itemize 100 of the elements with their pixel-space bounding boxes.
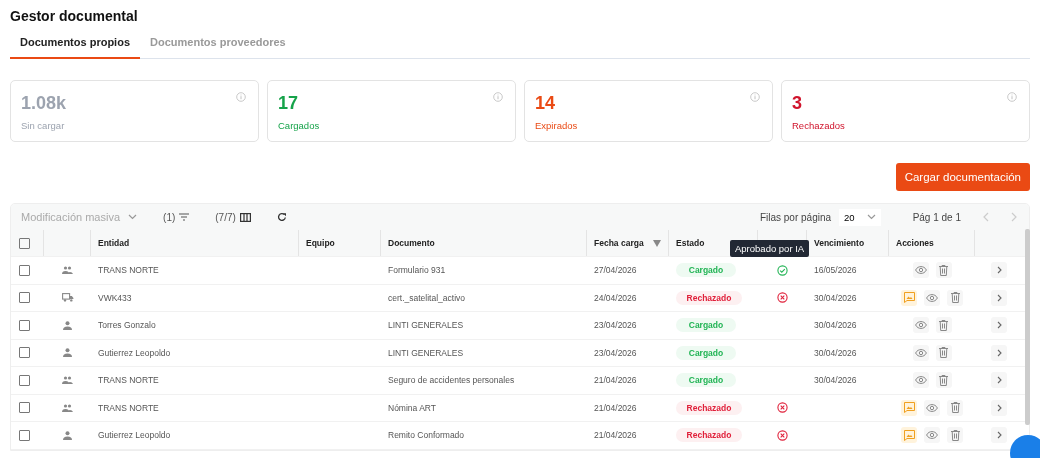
status-badge: Cargado — [676, 373, 736, 388]
row-open-button[interactable] — [991, 427, 1007, 444]
checkbox[interactable] — [19, 264, 30, 276]
image-action-button[interactable] — [901, 427, 917, 444]
trash-icon — [950, 429, 960, 441]
status-badge: Rechazado — [676, 400, 742, 415]
table-cell: Remito Conformado — [388, 430, 465, 441]
delete-button[interactable] — [947, 427, 963, 444]
delete-button[interactable] — [935, 344, 952, 361]
view-button[interactable] — [912, 372, 929, 389]
trash-icon — [950, 292, 960, 304]
view-button[interactable] — [912, 317, 929, 334]
table-cell: 30/04/2026 — [814, 292, 857, 303]
checkbox[interactable] — [19, 319, 30, 331]
eye-icon — [914, 266, 927, 275]
delete-button[interactable] — [935, 317, 952, 334]
view-button[interactable] — [912, 344, 929, 361]
chevron-right-icon — [996, 321, 1002, 330]
table-cell: 21/04/2026 — [594, 402, 637, 413]
select-all-checkbox[interactable] — [19, 237, 30, 249]
image-comment-icon — [903, 292, 915, 304]
checkbox[interactable] — [19, 292, 30, 304]
column-header: Equipo — [306, 238, 335, 248]
filter-button[interactable]: (1) — [163, 211, 190, 223]
image-action-button[interactable] — [901, 399, 917, 416]
view-button[interactable] — [924, 399, 940, 416]
stat-value: 1.08k — [21, 93, 67, 114]
tab[interactable]: Documentos propios — [10, 36, 140, 59]
status-badge: Cargado — [676, 263, 736, 278]
trash-icon — [939, 347, 948, 359]
rows-per-page-label: Filas por página — [759, 211, 832, 223]
eye-icon — [914, 348, 927, 357]
stat-label: Rechazados — [792, 120, 845, 131]
status-badge: Rechazado — [676, 290, 742, 305]
chevron-right-icon — [996, 376, 1002, 385]
eye-icon — [926, 431, 938, 440]
row-open-button[interactable] — [991, 372, 1007, 389]
info-icon — [493, 92, 503, 102]
scrollbar[interactable] — [1025, 229, 1030, 425]
table-cell: Nómina ART — [388, 402, 437, 413]
image-comment-icon — [903, 429, 915, 441]
view-button[interactable] — [912, 262, 929, 279]
chevron-right-icon — [996, 348, 1002, 357]
page-indicator: Pág 1 de 1 — [912, 211, 961, 223]
stat-value: 3 — [792, 93, 802, 114]
refresh-icon[interactable] — [276, 212, 287, 222]
row-open-button[interactable] — [991, 399, 1007, 416]
info-icon — [236, 92, 246, 102]
column-header: Entidad — [98, 238, 130, 248]
stat-label: Cargados — [278, 120, 320, 131]
table-cell: LINTI GENERALES — [388, 347, 464, 358]
table-cell: 16/05/2026 — [814, 265, 857, 276]
trash-icon — [939, 319, 948, 331]
chevron-right-icon — [996, 431, 1002, 440]
chevron-down-icon — [128, 214, 138, 220]
image-action-button[interactable] — [901, 289, 917, 306]
checkbox[interactable] — [19, 402, 30, 414]
columns-icon — [239, 212, 251, 222]
row-open-button[interactable] — [991, 344, 1007, 361]
trash-icon — [939, 264, 948, 276]
eye-icon — [926, 293, 938, 302]
table-cell: Gutierrez Leopoldo — [98, 430, 171, 441]
eye-icon — [926, 403, 938, 412]
sort-icon[interactable] — [653, 239, 661, 247]
delete-button[interactable] — [947, 289, 963, 306]
delete-button[interactable] — [935, 262, 952, 279]
stat-label: Sin cargar — [21, 120, 65, 131]
table-cell: 30/04/2026 — [814, 347, 857, 358]
table-cell: Torres Gonzalo — [98, 320, 156, 331]
row-open-button[interactable] — [991, 317, 1007, 334]
checkbox[interactable] — [19, 374, 30, 386]
stat-label: Expirados — [535, 120, 578, 131]
chevron-right-icon — [996, 293, 1002, 302]
column-header: Estado — [676, 238, 705, 248]
table-cell: LINTI GENERALES — [388, 320, 464, 331]
info-icon — [750, 92, 760, 102]
table-cell: 24/04/2026 — [594, 292, 637, 303]
status-badge: Cargado — [676, 345, 736, 360]
filter-icon — [179, 213, 190, 221]
view-button[interactable] — [924, 289, 940, 306]
column-header: Fecha carga — [594, 238, 644, 248]
row-open-button[interactable] — [991, 289, 1007, 306]
row-open-button[interactable] — [991, 262, 1007, 279]
table-cell: Formulario 931 — [388, 265, 446, 276]
view-button[interactable] — [924, 427, 940, 444]
upload-button[interactable]: Cargar documentación — [895, 163, 1030, 191]
table-cell: TRANS NORTE — [98, 265, 159, 276]
checkbox[interactable] — [19, 347, 30, 359]
table-cell: 23/04/2026 — [594, 320, 637, 331]
stat-value: 14 — [535, 93, 556, 114]
column-header: Vencimiento — [814, 238, 865, 248]
columns-button[interactable]: (7/7) — [215, 211, 251, 223]
delete-button[interactable] — [947, 399, 963, 416]
table-cell: 27/04/2026 — [594, 265, 637, 276]
info-icon — [1007, 92, 1017, 102]
chevron-right-icon — [996, 403, 1002, 412]
delete-button[interactable] — [935, 372, 952, 389]
rows-per-page-select[interactable]: 20 — [839, 208, 881, 226]
checkbox[interactable] — [19, 429, 30, 441]
tooltip: Aprobado por IA — [730, 240, 810, 257]
